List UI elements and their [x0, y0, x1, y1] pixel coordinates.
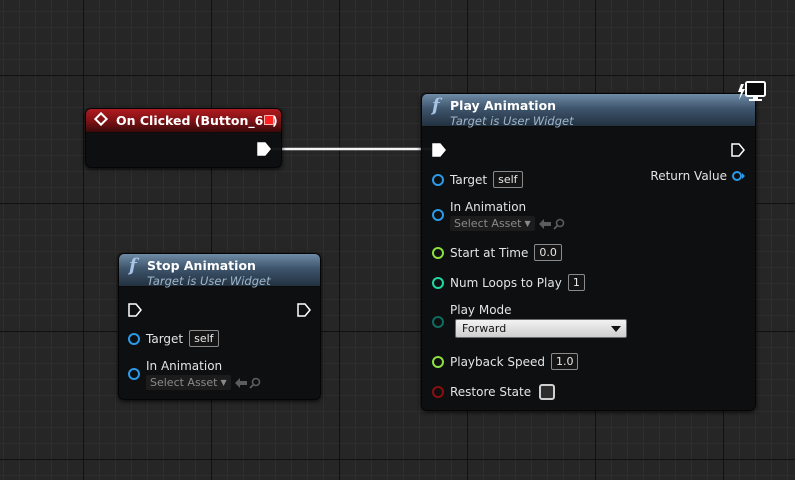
- event-node-title: On Clicked (Button_62): [116, 113, 278, 128]
- start-at-time-value[interactable]: 0.0: [534, 244, 562, 261]
- browse-search-icon[interactable]: [553, 218, 565, 230]
- num-loops-pin-icon[interactable]: [432, 276, 444, 289]
- on-clicked-event-node[interactable]: On Clicked (Button_62): [85, 108, 282, 168]
- select-asset-dropdown[interactable]: Select Asset ▼: [450, 216, 535, 231]
- stop-animation-node[interactable]: f Stop Animation Target is User Widget T…: [118, 253, 321, 400]
- browse-search-icon[interactable]: [249, 377, 261, 389]
- stop-animation-title: Stop Animation: [147, 258, 256, 273]
- target-pin-label: Target: [146, 331, 184, 346]
- restore-state-label: Restore State: [450, 385, 532, 399]
- play-mode-label: Play Mode: [450, 303, 512, 317]
- play-animation-header[interactable]: f Play Animation Target is User Widget: [422, 94, 755, 128]
- play-mode-pin-icon[interactable]: [432, 316, 444, 328]
- function-icon: f: [129, 255, 137, 276]
- play-animation-subtitle: Target is User Widget: [450, 114, 574, 128]
- restore-state-checkbox[interactable]: [539, 384, 556, 400]
- target-pin-label: Target: [450, 172, 488, 187]
- playback-speed-pin-icon[interactable]: [432, 355, 444, 368]
- in-animation-pin-icon[interactable]: [432, 209, 444, 221]
- target-value: self: [189, 330, 219, 347]
- target-pin-icon[interactable]: [128, 332, 140, 345]
- exec-out-pin[interactable]: [297, 303, 311, 317]
- return-value-label: Return Value: [650, 169, 727, 183]
- restore-state-pin-row[interactable]: Restore State: [432, 384, 556, 400]
- playback-speed-pin-row[interactable]: Playback Speed 1.0: [432, 353, 579, 370]
- target-pin-row[interactable]: Target self: [128, 330, 219, 347]
- num-loops-pin-row[interactable]: Num Loops to Play 1: [432, 274, 585, 291]
- stop-animation-subtitle: Target is User Widget: [147, 274, 271, 288]
- use-selected-arrow-icon[interactable]: [538, 218, 551, 229]
- num-loops-label: Num Loops to Play: [450, 275, 562, 290]
- target-value: self: [493, 171, 523, 188]
- num-loops-value[interactable]: 1: [567, 274, 585, 291]
- exec-in-pin[interactable]: [432, 143, 446, 157]
- select-asset-dropdown[interactable]: Select Asset ▼: [146, 375, 231, 390]
- start-at-time-label: Start at Time: [450, 245, 529, 260]
- play-mode-value: Forward: [462, 322, 507, 335]
- select-asset-text: Select Asset: [454, 217, 522, 230]
- target-pin-row[interactable]: Target self: [432, 171, 523, 188]
- event-diamond-icon: [93, 111, 109, 127]
- in-animation-pin-icon[interactable]: [128, 368, 140, 380]
- return-value-pin-icon[interactable]: [731, 170, 745, 182]
- exec-out-pin[interactable]: [731, 143, 745, 157]
- restore-state-pin-icon[interactable]: [432, 386, 444, 398]
- network-server-icon: [738, 81, 766, 101]
- chevron-down-icon: ▼: [220, 378, 227, 387]
- chevron-down-icon: [611, 326, 621, 332]
- return-value-pin-row[interactable]: Return Value: [650, 169, 745, 183]
- function-icon: f: [432, 95, 440, 116]
- event-node-header[interactable]: On Clicked (Button_62): [86, 109, 281, 133]
- exec-in-pin[interactable]: [128, 303, 142, 317]
- in-animation-pin-row[interactable]: In Animation Select Asset ▼: [128, 359, 261, 390]
- in-animation-label: In Animation: [450, 200, 527, 214]
- select-asset-text: Select Asset: [150, 376, 218, 389]
- play-animation-title: Play Animation: [450, 98, 557, 113]
- delegate-output-pin[interactable]: [264, 115, 274, 125]
- playback-speed-label: Playback Speed: [450, 354, 545, 369]
- asset-picker[interactable]: Select Asset ▼: [146, 375, 261, 390]
- in-animation-pin-row[interactable]: In Animation Select Asset ▼: [432, 200, 565, 231]
- stop-animation-header[interactable]: f Stop Animation Target is User Widget: [119, 254, 320, 288]
- exec-out-pin[interactable]: [257, 142, 271, 156]
- target-pin-icon[interactable]: [432, 173, 444, 186]
- playback-speed-value[interactable]: 1.0: [550, 353, 579, 370]
- play-animation-node[interactable]: f Play Animation Target is User Widget T…: [421, 93, 756, 411]
- in-animation-label: In Animation: [146, 359, 223, 373]
- start-at-time-pin-row[interactable]: Start at Time 0.0: [432, 244, 562, 261]
- asset-picker[interactable]: Select Asset ▼: [450, 216, 565, 231]
- play-mode-dropdown[interactable]: Forward: [455, 319, 627, 338]
- use-selected-arrow-icon[interactable]: [234, 377, 247, 388]
- start-at-time-pin-icon[interactable]: [432, 246, 444, 259]
- chevron-down-icon: ▼: [524, 219, 531, 228]
